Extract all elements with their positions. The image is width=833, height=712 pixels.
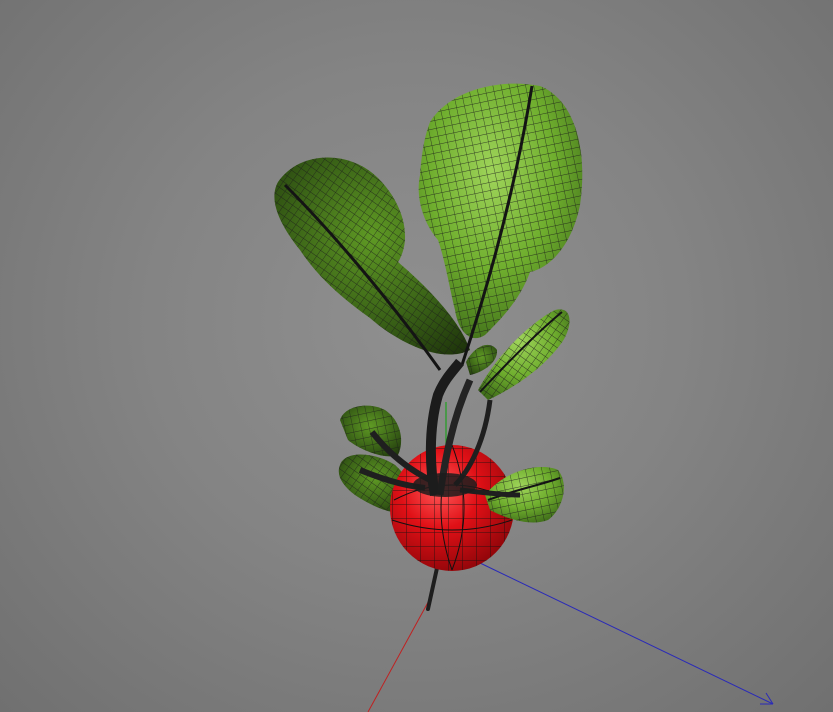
x-axis-line	[367, 594, 433, 712]
scene-canvas[interactable]	[0, 0, 833, 712]
3d-viewport[interactable]	[0, 0, 833, 712]
leaf-small-left	[340, 405, 402, 457]
z-axis-line	[477, 561, 774, 705]
taproot-tail	[426, 566, 439, 611]
